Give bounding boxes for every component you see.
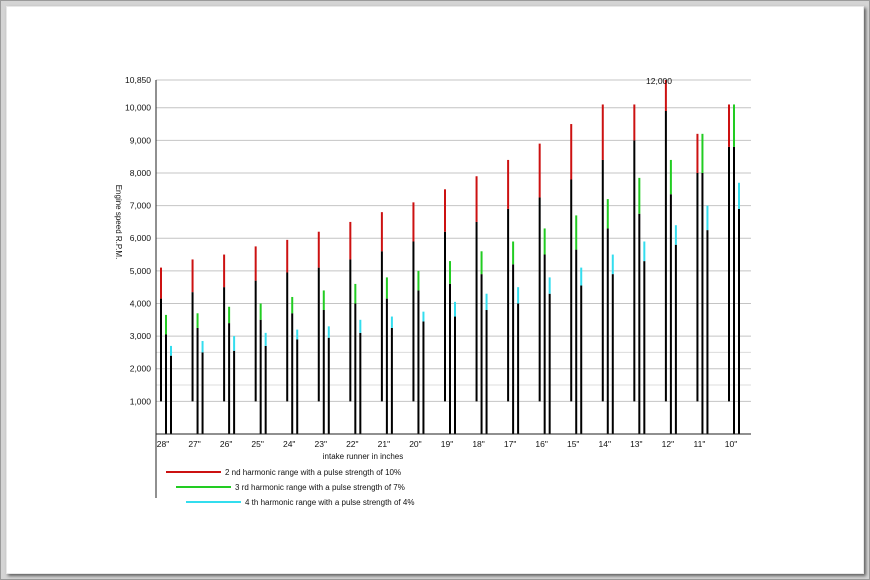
- x-tick-label: 17": [504, 439, 516, 449]
- y-tick-label: 1,000: [130, 396, 152, 406]
- x-tick-labels: 28" 27" 26" 25" 24" 23" 22" 21" 20" 19" 18" 17" 16" 1…: [157, 439, 737, 449]
- y-tick-label: 2,000: [130, 364, 152, 374]
- y-tick-label: 8,000: [130, 168, 152, 178]
- gridlines: [156, 79, 751, 402]
- y-tick-label: 9,000: [130, 135, 152, 145]
- legend-label: 2 nd harmonic range with a pulse strengt…: [225, 468, 401, 477]
- x-tick-label: 19": [441, 439, 453, 449]
- y-tick-label: 3,000: [130, 331, 152, 341]
- x-tick-label: 25": [251, 439, 263, 449]
- y-tick-label: 4,000: [130, 298, 152, 308]
- x-tick-label: 22": [346, 439, 358, 449]
- x-tick-label: 18": [472, 439, 484, 449]
- y-tick-labels: 1,000 2,000 3,000 4,000 5,000 6,000 7,000 8,000…: [125, 75, 151, 406]
- window-frame: 1,000 2,000 3,000 4,000 5,000 6,000 7,000 8,000…: [0, 0, 870, 580]
- x-tick-label: 27": [188, 439, 200, 449]
- x-tick-label: 16": [535, 439, 547, 449]
- x-tick-label: 28": [157, 439, 169, 449]
- harmonic-range-chart: 1,000 2,000 3,000 4,000 5,000 6,000 7,000 8,000…: [114, 75, 751, 507]
- bar-marks: [160, 80, 740, 434]
- legend-label: 4 th harmonic range with a pulse strengt…: [245, 498, 414, 507]
- x-tick-label: 24": [283, 439, 295, 449]
- legend: 2 nd harmonic range with a pulse strengt…: [166, 468, 414, 507]
- x-tick-label: 20": [409, 439, 421, 449]
- chart-paper: 1,000 2,000 3,000 4,000 5,000 6,000 7,000 8,000…: [6, 6, 864, 574]
- x-tick-label: 21": [378, 439, 390, 449]
- x-tick-label: 10": [725, 439, 737, 449]
- y-tick-label: 10,850: [125, 75, 151, 85]
- legend-label: 3 rd harmonic range with a pulse strengt…: [235, 483, 405, 492]
- x-tick-label: 11": [694, 439, 706, 449]
- x-tick-label: 12": [662, 439, 674, 449]
- y-axis-label: Engine speed R.P.M.: [114, 185, 123, 260]
- y-tick-label: 10,000: [125, 103, 151, 113]
- x-tick-label: 13": [630, 439, 642, 449]
- x-tick-label: 15": [567, 439, 579, 449]
- x-tick-label: 23": [315, 439, 327, 449]
- x-axis-label: intake runner in inches: [323, 452, 404, 461]
- peak-annotation: 12,000: [646, 76, 672, 86]
- y-tick-label: 7,000: [130, 201, 152, 211]
- axes: [155, 80, 751, 498]
- x-tick-label: 26": [220, 439, 232, 449]
- x-tick-label: 14": [599, 439, 611, 449]
- y-tick-label: 5,000: [130, 266, 152, 276]
- y-tick-label: 6,000: [130, 233, 152, 243]
